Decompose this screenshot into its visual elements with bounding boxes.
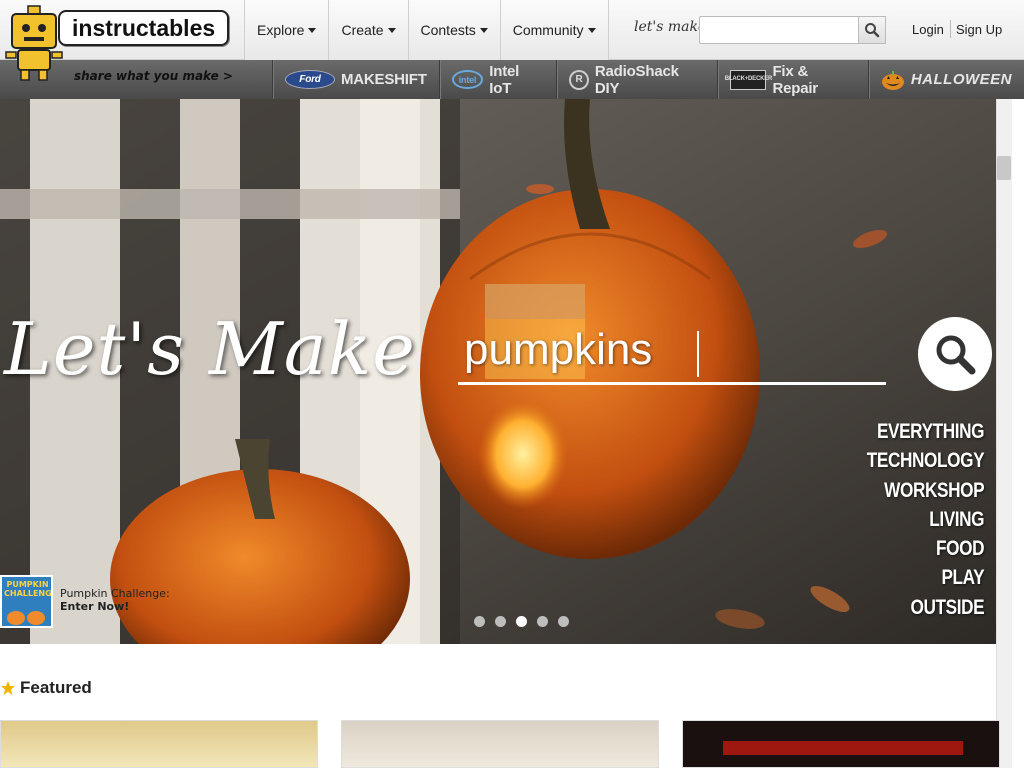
hero-search-underline: [458, 321, 886, 385]
caret-down-icon: [308, 27, 317, 33]
sponsor-makeshift[interactable]: Ford MAKESHIFT: [272, 60, 439, 99]
featured-card[interactable]: [682, 720, 1000, 768]
carousel-dot[interactable]: [495, 616, 506, 627]
signup-link[interactable]: Sign Up: [956, 22, 1002, 37]
pumpkin-challenge-thumbnail[interactable]: PUMPKIN CHALLENGE: [0, 575, 53, 628]
nav-create-label: Create: [341, 22, 384, 38]
caret-down-icon: [387, 27, 396, 33]
hero-search-button[interactable]: [918, 317, 992, 391]
black-decker-logo: BLACK+DECKER: [725, 69, 772, 90]
scrollbar-thumb[interactable]: [997, 156, 1011, 180]
featured-card[interactable]: [341, 720, 659, 768]
sponsor-channels: Ford MAKESHIFT intel Intel IoT R RadioSh…: [272, 60, 1024, 99]
search-icon: [936, 335, 976, 375]
radioshack-logo: R: [569, 69, 589, 90]
sponsor-fix-repair[interactable]: BLACK+DECKER Fix & Repair: [717, 60, 867, 99]
category-play[interactable]: PLAY: [867, 563, 984, 592]
carousel-dot[interactable]: [474, 616, 485, 627]
main-nav: Explore Create Contests Community: [244, 0, 609, 60]
sponsor-label: RadioShack DIY: [594, 62, 679, 97]
carousel-dot[interactable]: [558, 616, 569, 627]
category-workshop[interactable]: WORKSHOP: [867, 476, 984, 505]
nav-explore[interactable]: Explore: [244, 0, 329, 60]
category-living[interactable]: LIVING: [867, 505, 984, 534]
carousel-dot[interactable]: [537, 616, 548, 627]
caret-down-icon: [479, 27, 488, 33]
category-food[interactable]: FOOD: [867, 534, 985, 563]
nav-contests-label: Contests: [420, 22, 476, 38]
card-image-glow: [723, 741, 963, 755]
category-list: EVERYTHING TECHNOLOGY WORKSHOP LIVING FO…: [841, 417, 985, 622]
auth-divider: [950, 20, 951, 38]
robot-mascot-icon: [5, 5, 63, 81]
category-outside[interactable]: OUTSIDE: [867, 593, 984, 622]
tagline-link[interactable]: share what you make >: [74, 69, 233, 83]
star-icon: [1, 681, 15, 695]
nav-community[interactable]: Community: [499, 0, 609, 60]
ford-logo: Ford: [285, 70, 335, 89]
jack-o-lantern-icon: [881, 70, 904, 90]
featured-card[interactable]: [0, 720, 318, 768]
scrollbar-track[interactable]: [996, 99, 1012, 768]
text-cursor: [697, 331, 699, 377]
promo-thumb-label: PUMPKIN CHALLENGE: [4, 580, 53, 598]
carousel-dots: [474, 616, 569, 627]
category-technology[interactable]: TECHNOLOGY: [867, 446, 985, 475]
search-icon: [865, 23, 880, 38]
hero-title: Let's Make: [4, 307, 416, 391]
sponsor-label: HALLOWEEN: [910, 71, 1012, 88]
nav-explore-label: Explore: [257, 22, 305, 38]
sponsor-label: Fix & Repair: [772, 62, 818, 97]
featured-header: Featured: [0, 678, 92, 698]
page: Explore Create Contests Community let's …: [0, 0, 1024, 768]
logo-wordmark: instructables: [58, 10, 230, 46]
hero-banner: Let's Make pumpkins EVERYTHING TECHNOLOG…: [0, 99, 996, 644]
promo-caption[interactable]: Pumpkin Challenge: Enter Now!: [60, 587, 170, 613]
sponsor-intel-iot[interactable]: intel Intel IoT: [438, 60, 556, 99]
login-link[interactable]: Login: [912, 22, 944, 37]
sponsor-halloween[interactable]: HALLOWEEN: [867, 60, 1024, 99]
promo-caption-line2: Enter Now!: [60, 600, 130, 613]
nav-create[interactable]: Create: [328, 0, 408, 60]
header-search-button[interactable]: [858, 16, 886, 44]
caret-down-icon: [587, 27, 596, 33]
category-everything[interactable]: EVERYTHING: [867, 417, 985, 446]
sponsor-label: Intel IoT: [489, 62, 520, 97]
pumpkin-icon: [7, 611, 45, 625]
nav-community-label: Community: [512, 22, 584, 38]
header-search-input[interactable]: [699, 16, 859, 44]
intel-logo: intel: [451, 70, 484, 89]
nav-contests[interactable]: Contests: [407, 0, 500, 60]
sponsor-radioshack[interactable]: R RadioShack DIY: [556, 60, 717, 99]
featured-title: Featured: [20, 678, 92, 697]
promo-caption-line1: Pumpkin Challenge:: [60, 587, 170, 600]
carousel-dot[interactable]: [516, 616, 527, 627]
header-search-label: let's make: [634, 19, 707, 35]
sponsor-label: MAKESHIFT: [341, 71, 427, 88]
